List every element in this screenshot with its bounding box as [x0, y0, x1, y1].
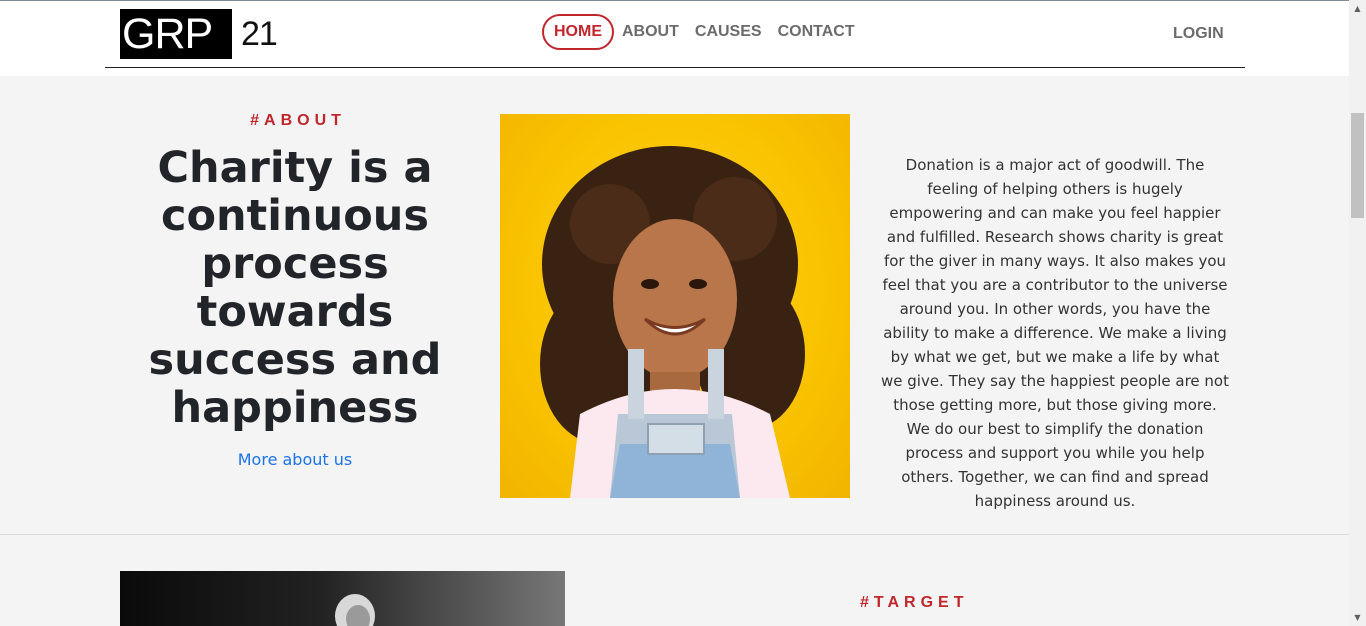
nav-contact[interactable]: CONTACT	[778, 23, 855, 41]
target-photo-detail	[335, 594, 375, 626]
site-header: GRP 21 HOME ABOUT CAUSES CONTACT LOGIN	[0, 1, 1349, 76]
triangle-up-icon[interactable]: ▲	[1349, 0, 1366, 17]
page-scrollbar[interactable]: ▲ ▼	[1349, 0, 1366, 626]
logo-number: 21	[241, 14, 278, 53]
site-logo[interactable]: GRP 21	[120, 9, 278, 59]
section-divider	[0, 534, 1349, 535]
scrollbar-thumb[interactable]	[1351, 113, 1364, 218]
target-photo	[120, 571, 565, 626]
triangle-down-icon[interactable]: ▼	[1349, 609, 1366, 626]
about-section: #ABOUT Charity is a continuous process t…	[0, 76, 1349, 534]
login-link[interactable]: LOGIN	[1173, 25, 1224, 43]
main-nav: HOME ABOUT CAUSES CONTACT	[542, 14, 871, 50]
about-intro: #ABOUT Charity is a continuous process t…	[120, 112, 470, 469]
nav-home[interactable]: HOME	[542, 14, 614, 50]
nav-about[interactable]: ABOUT	[622, 23, 679, 41]
about-description: Donation is a major act of goodwill. The…	[881, 156, 1229, 510]
smiling-child-photo	[500, 114, 850, 498]
about-eyebrow: #ABOUT	[250, 112, 346, 129]
about-headline: Charity is a continuous process towards …	[148, 143, 442, 433]
logo-mark: GRP	[120, 9, 232, 59]
child-illustration	[540, 146, 805, 498]
nav-causes[interactable]: CAUSES	[695, 23, 762, 41]
more-about-link[interactable]: More about us	[238, 450, 352, 469]
header-divider	[105, 67, 1245, 68]
target-eyebrow: #TARGET	[860, 594, 969, 611]
